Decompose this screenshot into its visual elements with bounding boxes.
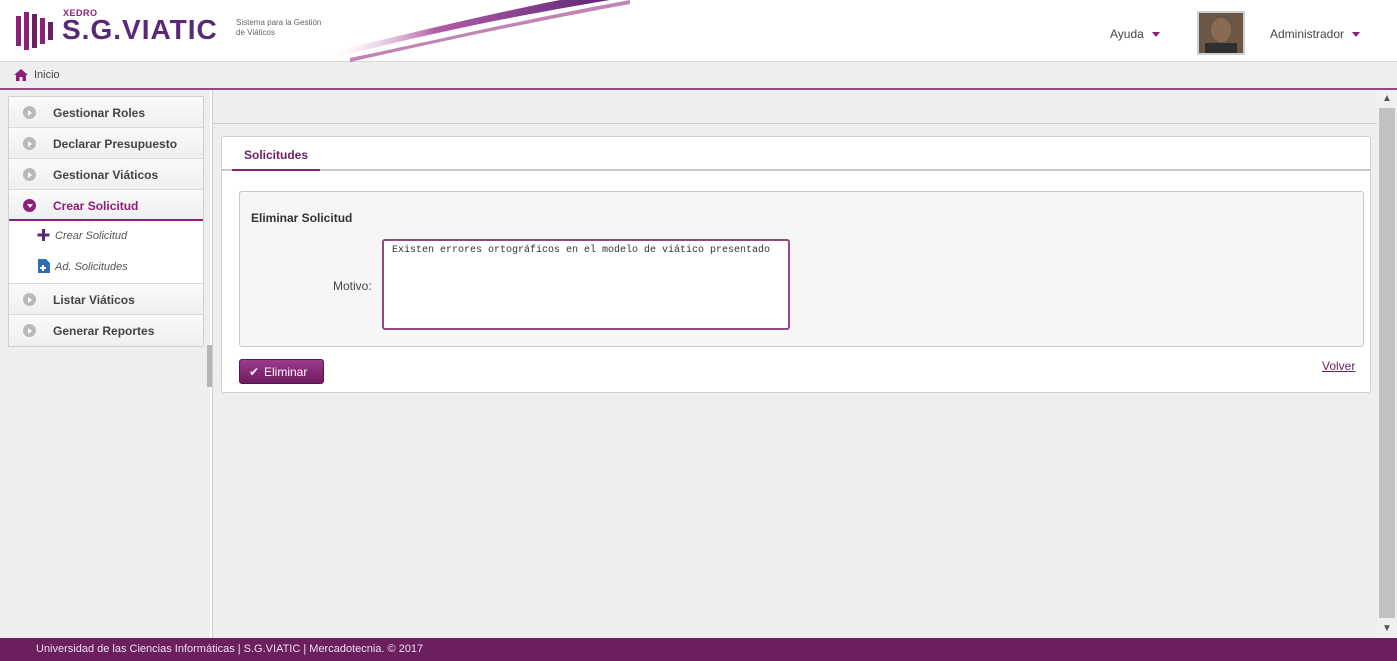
user-photo-icon: [1199, 13, 1243, 53]
sidebar-item-listar-viaticos[interactable]: Listar Viáticos: [9, 284, 203, 315]
header-swoosh-decoration: [320, 0, 630, 62]
sidebar-item-generar-reportes[interactable]: Generar Reportes: [9, 315, 203, 346]
logo-icon: [16, 12, 53, 50]
sidebar-item-gestionar-viaticos[interactable]: Gestionar Viáticos: [9, 159, 203, 190]
play-circle-icon: [23, 137, 36, 150]
submenu-item-label: Crear Solicitud: [55, 230, 128, 242]
sidebar-item-crear-solicitud[interactable]: Crear Solicitud: [9, 190, 203, 221]
submenu-item-label: Ad. Solicitudes: [55, 261, 128, 273]
sidebar-item-label: Declarar Presupuesto: [53, 137, 178, 151]
eliminar-solicitud-fieldset: Eliminar Solicitud Motivo: Existen error…: [239, 191, 1364, 347]
footer-bar: Universidad de las Ciencias Informáticas…: [0, 638, 1397, 661]
main-toolbar-strip: [213, 90, 1378, 124]
motivo-textarea[interactable]: Existen errores ortográficos en el model…: [382, 239, 790, 330]
vertical-scrollbar[interactable]: ▲ ▼: [1377, 90, 1397, 638]
submenu-crear-solicitud: Crear Solicitud Ad. Solicitudes: [9, 221, 203, 284]
sidebar-item-declarar-presupuesto[interactable]: Declarar Presupuesto: [9, 128, 203, 159]
scroll-down-arrow-icon[interactable]: ▼: [1377, 620, 1397, 638]
avatar[interactable]: [1197, 11, 1245, 55]
breadcrumb: Inicio: [0, 62, 1397, 90]
tab-solicitudes[interactable]: Solicitudes: [232, 137, 321, 171]
play-circle-icon: [23, 324, 36, 337]
tab-bar: Solicitudes: [222, 137, 1370, 171]
chevron-down-icon: [1352, 32, 1361, 38]
back-link[interactable]: Volver: [1322, 359, 1355, 373]
sidebar-item-label: Generar Reportes: [53, 324, 155, 338]
brand-title: S.G.VIATIC: [62, 14, 218, 45]
play-circle-icon: [23, 106, 36, 119]
user-menu[interactable]: Administrador: [1270, 27, 1361, 41]
plus-icon: [37, 229, 50, 241]
delete-button[interactable]: ✔ Eliminar: [239, 359, 324, 384]
document-add-icon: [38, 259, 50, 273]
sidebar-menu: Gestionar Roles Declarar Presupuesto Ges…: [8, 96, 204, 347]
delete-button-label: Eliminar: [264, 364, 308, 379]
play-circle-icon: [23, 168, 36, 181]
footer-text: Universidad de las Ciencias Informáticas…: [36, 643, 424, 655]
sidebar-item-label: Crear Solicitud: [53, 199, 139, 213]
sidebar-item-label: Listar Viáticos: [53, 293, 135, 307]
motivo-label: Motivo:: [333, 279, 372, 293]
submenu-item-crear-solicitud[interactable]: Crear Solicitud: [9, 221, 203, 252]
main-content: Solicitudes Eliminar Solicitud Motivo: E…: [212, 90, 1397, 638]
play-circle-icon: [23, 293, 36, 306]
form-title: Eliminar Solicitud: [251, 211, 353, 225]
sidebar-item-label: Gestionar Viáticos: [53, 168, 159, 182]
sidebar-item-label: Gestionar Roles: [53, 106, 146, 120]
help-menu[interactable]: Ayuda: [1110, 27, 1160, 41]
user-label: Administrador: [1270, 27, 1345, 41]
breadcrumb-home-link[interactable]: Inicio: [34, 69, 60, 81]
chevron-down-icon: [1151, 32, 1160, 38]
help-label: Ayuda: [1110, 27, 1144, 41]
submenu-item-ad-solicitudes[interactable]: Ad. Solicitudes: [9, 252, 203, 283]
sidebar-item-gestionar-roles[interactable]: Gestionar Roles: [9, 97, 203, 128]
scroll-thumb[interactable]: [1379, 108, 1395, 618]
scroll-up-arrow-icon[interactable]: ▲: [1377, 90, 1397, 108]
solicitudes-panel: Solicitudes Eliminar Solicitud Motivo: E…: [221, 136, 1371, 393]
header-bar: XEDRO S.G.VIATIC Sistema para la Gestión…: [0, 0, 1397, 62]
check-icon: ✔: [249, 365, 260, 379]
chevron-down-circle-icon: [23, 199, 36, 212]
sidebar-area: Gestionar Roles Declarar Presupuesto Ges…: [0, 90, 210, 638]
home-icon[interactable]: [14, 69, 28, 81]
